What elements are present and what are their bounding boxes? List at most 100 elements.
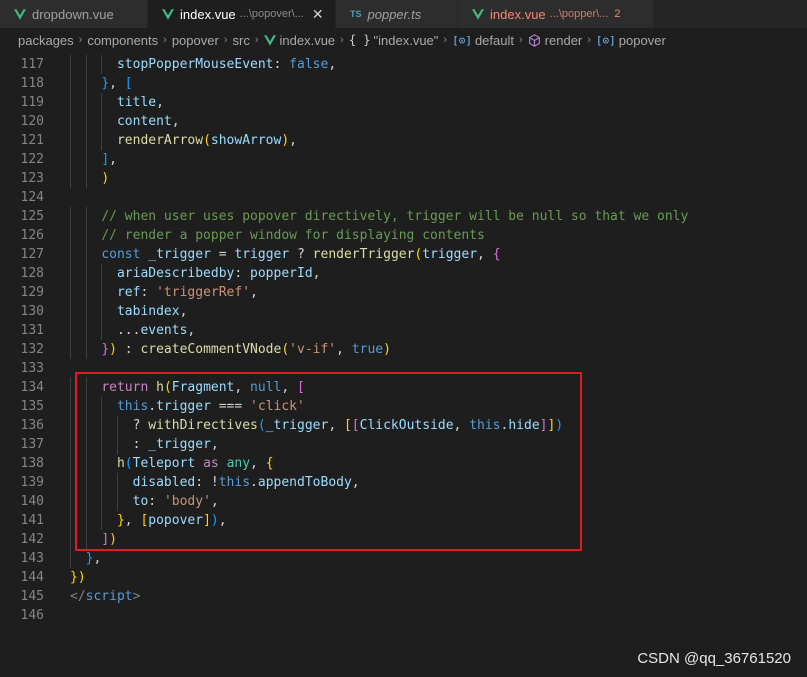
line-number: 121 [20, 133, 44, 148]
indent-guide [101, 264, 103, 283]
code-line[interactable]: 121 renderArrow(showArrow), [0, 131, 807, 150]
indent-guide [70, 131, 71, 150]
code-token: > [132, 589, 141, 604]
tab-popper-ts[interactable]: TS popper.ts [336, 0, 458, 28]
code-line[interactable]: 129 ref: 'triggerRef', [0, 283, 807, 302]
breadcrumb-packages[interactable]: packages [18, 33, 74, 48]
line-number: 130 [20, 304, 44, 319]
tab-label: index.vue [180, 6, 236, 22]
indent-guide [70, 264, 71, 283]
breadcrumb-default[interactable]: [⊙] default [452, 33, 514, 48]
line-number: 145 [20, 589, 44, 604]
indent-guide [85, 169, 87, 188]
code-token: ... [116, 323, 141, 338]
code-token: false [289, 57, 329, 72]
breadcrumb-popover-var[interactable]: [⊙] popover [596, 33, 666, 48]
code-line[interactable]: 130 tabindex, [0, 302, 807, 321]
line-number: 123 [20, 171, 44, 186]
code-token: : [140, 285, 157, 300]
problems-badge: 2 [614, 8, 621, 20]
indent-guide [85, 93, 87, 112]
indent-guide [70, 283, 71, 302]
code-text: const _trigger = trigger ? renderTrigger… [101, 245, 500, 264]
code-line[interactable]: 117 stopPopperMouseEvent: false, [0, 55, 807, 74]
indent-guide [70, 435, 71, 454]
code-line[interactable]: 127 const _trigger = trigger ? renderTrig… [0, 245, 807, 264]
breadcrumb-label: default [474, 32, 514, 48]
code-line[interactable]: 128 ariaDescribedby: popperId, [0, 264, 807, 283]
tab-dropdown-vue[interactable]: dropdown.vue [0, 0, 148, 28]
code-text: ) [101, 169, 109, 188]
indent-guide [85, 321, 87, 340]
indent-guide [85, 74, 87, 93]
chevron-right-icon: › [340, 34, 344, 46]
code-line[interactable]: 118}, [ [0, 74, 807, 93]
close-icon[interactable]: ✕ [312, 6, 324, 23]
code-line[interactable]: 122], [0, 150, 807, 169]
code-line[interactable]: 145 </script> [0, 587, 807, 606]
code-token: _trigger [148, 247, 211, 262]
code-line[interactable]: 123) [0, 169, 807, 188]
variable-icon: [⊙] [452, 33, 472, 47]
vue-icon [472, 8, 484, 20]
code-line[interactable]: 131 ...events, [0, 321, 807, 340]
code-token: content [116, 114, 172, 129]
tab-label: popper.ts [367, 6, 422, 22]
code-text: tabindex, [117, 302, 187, 321]
breadcrumb-components[interactable]: components [87, 33, 158, 48]
code-line[interactable]: 143}, [0, 549, 807, 568]
code-token: , [171, 114, 180, 129]
line-number: 129 [20, 285, 44, 300]
code-line[interactable]: 125 // when user uses popover directively… [0, 207, 807, 226]
code-token: ) [281, 133, 290, 148]
code-token: : [234, 266, 251, 281]
indent-guide [85, 264, 87, 283]
breadcrumb-src[interactable]: src [232, 33, 249, 48]
line-number: 125 [20, 209, 44, 224]
indent-guide [70, 530, 71, 549]
line-number: 136 [20, 418, 44, 433]
code-token: title [116, 95, 157, 110]
indent-guide [101, 302, 103, 321]
code-line[interactable]: 144}) [0, 568, 807, 587]
line-number: 127 [20, 247, 44, 262]
indent-guide [85, 340, 87, 359]
code-token: , [156, 95, 164, 110]
code-line[interactable]: 119 title, [0, 93, 807, 112]
code-text: // render a popper window for displaying… [101, 226, 485, 245]
code-line[interactable]: 146 [0, 606, 807, 625]
vue-icon [14, 8, 26, 20]
breadcrumb-file[interactable]: index.vue [263, 33, 335, 48]
code-line[interactable]: 120 content, [0, 112, 807, 131]
indent-guide [70, 245, 71, 264]
breadcrumb-label: popover [171, 32, 219, 48]
indent-guide [70, 416, 71, 435]
indent-guide [85, 302, 87, 321]
line-number: 119 [20, 95, 44, 110]
line-number: 120 [20, 114, 44, 129]
tab-index-vue-popover[interactable]: index.vue ...\popover\... ✕ [148, 0, 336, 28]
code-token: , [109, 152, 117, 167]
indent-guide [70, 321, 71, 340]
code-text: }, [86, 549, 102, 568]
line-number: 128 [20, 266, 44, 281]
breadcrumb-label: components [87, 32, 159, 48]
indent-guide [70, 74, 71, 93]
breadcrumb-render[interactable]: render [528, 33, 582, 48]
vue-icon [263, 34, 276, 46]
tab-index-vue-popper[interactable]: index.vue ...\popper\... 2 [458, 0, 654, 28]
indent-guide [70, 378, 71, 397]
code-line[interactable]: 132}) : createCommentVNode('v-if', true) [0, 340, 807, 359]
code-line[interactable]: 124 [0, 188, 807, 207]
braces-icon: { } [348, 33, 371, 47]
breadcrumb-module[interactable]: { } "index.vue" [349, 33, 439, 48]
line-number: 144 [20, 570, 44, 585]
code-token: trigger [234, 247, 290, 262]
tab-label: dropdown.vue [32, 6, 114, 22]
indent-guide [101, 112, 103, 131]
breadcrumb-popover[interactable]: popover [172, 33, 219, 48]
indent-guide [85, 150, 87, 169]
code-token: } [101, 76, 110, 91]
indent-guide [85, 207, 87, 226]
code-line[interactable]: 126 // render a popper window for display… [0, 226, 807, 245]
